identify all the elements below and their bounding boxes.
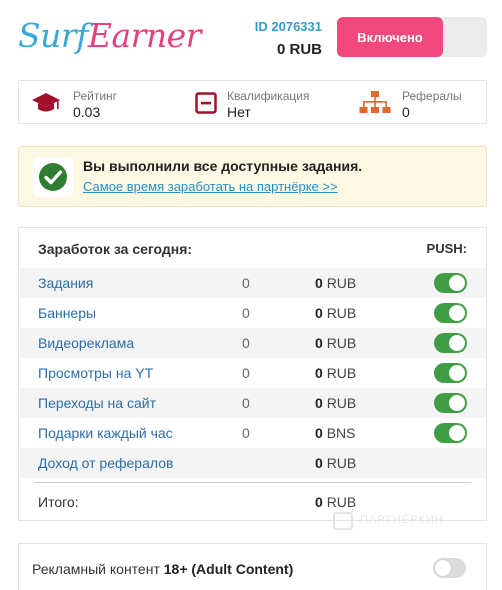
earnings-row-hourly-gifts: Подарки каждый час 0 0 BNS (20, 418, 486, 448)
stat-rating: Рейтинг 0.03 (31, 81, 181, 125)
row-amount: 0 RUB (315, 365, 357, 381)
earnings-row-yt-views: Просмотры на YT 0 0 RUB (20, 358, 486, 388)
watermark: ПАРТНЁРКИН (333, 512, 453, 538)
row-amount: 0 RUB (315, 305, 357, 321)
row-amount: 0 RUB (315, 395, 357, 411)
watermark-logo-icon (333, 512, 353, 530)
push-toggle-tasks[interactable] (434, 273, 467, 293)
earnings-row-referral-income: Доход от рефералов 0 RUB (20, 448, 486, 478)
earnings-row-site-visits: Переходы на сайт 0 0 RUB (20, 388, 486, 418)
row-name[interactable]: Переходы на сайт (38, 395, 156, 411)
qualification-value: Нет (227, 104, 251, 120)
stats-bar: Рейтинг 0.03 Квалификация Нет Рефералы 0 (18, 80, 487, 124)
earnings-header: Заработок за сегодня: PUSH: (19, 228, 486, 268)
earnings-row-video-ads: Видеореклама 0 0 RUB (20, 328, 486, 358)
rating-value: 0.03 (73, 104, 101, 120)
watermark-text: ПАРТНЁРКИН (360, 514, 444, 526)
app-header: SurfEarner ID 2076331 0 RUB Включено (0, 0, 502, 72)
row-count: 0 (242, 395, 250, 411)
row-count: 0 (242, 305, 250, 321)
adult-content-label: Рекламный контент 18+ (Adult Content) (32, 561, 294, 577)
earnings-title: Заработок за сегодня: (38, 241, 193, 257)
push-toggle-hourly-gifts[interactable] (434, 423, 467, 443)
row-name[interactable]: Задания (38, 275, 93, 291)
graduation-cap-icon (32, 93, 60, 112)
total-amount: 0 RUB (315, 494, 357, 510)
enabled-toggle-label: Включено (337, 17, 443, 57)
rating-label: Рейтинг (73, 89, 118, 103)
row-count: 0 (242, 365, 250, 381)
row-count: 0 (242, 425, 250, 441)
row-amount: 0 RUB (315, 275, 357, 291)
row-count: 0 (242, 335, 250, 351)
qualification-label: Квалификация (227, 89, 310, 103)
total-label: Итого: (38, 494, 79, 510)
push-column-title: PUSH: (426, 241, 467, 256)
tasks-complete-alert: Вы выполнили все доступные задания. Само… (18, 146, 487, 207)
adult-content-toggle[interactable] (433, 558, 466, 578)
push-toggle-banners[interactable] (434, 303, 467, 323)
row-name[interactable]: Баннеры (38, 305, 96, 321)
logo-part-surf: Surf (18, 16, 88, 55)
account-info: ID 2076331 0 RUB (230, 19, 322, 60)
alert-message: Вы выполнили все доступные задания. (83, 158, 363, 174)
row-amount: 0 BNS (315, 425, 356, 441)
check-circle-icon (39, 163, 67, 191)
referrals-value: 0 (402, 104, 410, 120)
row-count: 0 (242, 275, 250, 291)
earnings-row-tasks: Задания 0 0 RUB (20, 268, 486, 298)
row-name[interactable]: Просмотры на YT (38, 365, 153, 381)
logo-part-earner: Earner (87, 16, 202, 55)
surfearner-logo[interactable]: SurfEarner (18, 14, 201, 58)
account-balance: 0 RUB (276, 41, 322, 58)
earnings-panel: Заработок за сегодня: PUSH: Задания 0 0 … (18, 227, 487, 521)
push-toggle-site-visits[interactable] (434, 393, 467, 413)
push-toggle-yt-views[interactable] (434, 363, 467, 383)
earnings-row-banners: Баннеры 0 0 RUB (20, 298, 486, 328)
enabled-toggle[interactable]: Включено (337, 17, 487, 57)
adult-content-setting: Рекламный контент 18+ (Adult Content) (18, 543, 487, 590)
row-amount: 0 RUB (315, 335, 357, 351)
org-chart-icon (359, 91, 391, 113)
stat-qualification: Квалификация Нет (195, 81, 345, 125)
row-name[interactable]: Видеореклама (38, 335, 134, 351)
total-divider (34, 482, 471, 483)
referrals-label: Рефералы (402, 89, 462, 103)
minus-box-icon (195, 92, 217, 114)
stat-referrals: Рефералы 0 (359, 81, 484, 125)
push-toggle-video-ads[interactable] (434, 333, 467, 353)
account-id: ID 2076331 (254, 19, 322, 34)
row-name[interactable]: Подарки каждый час (38, 425, 173, 441)
row-name[interactable]: Доход от рефералов (38, 455, 173, 471)
partner-program-link[interactable]: Самое время заработать на партнёрке >> (83, 179, 338, 194)
alert-icon-box (33, 157, 73, 197)
row-amount: 0 RUB (315, 455, 357, 471)
